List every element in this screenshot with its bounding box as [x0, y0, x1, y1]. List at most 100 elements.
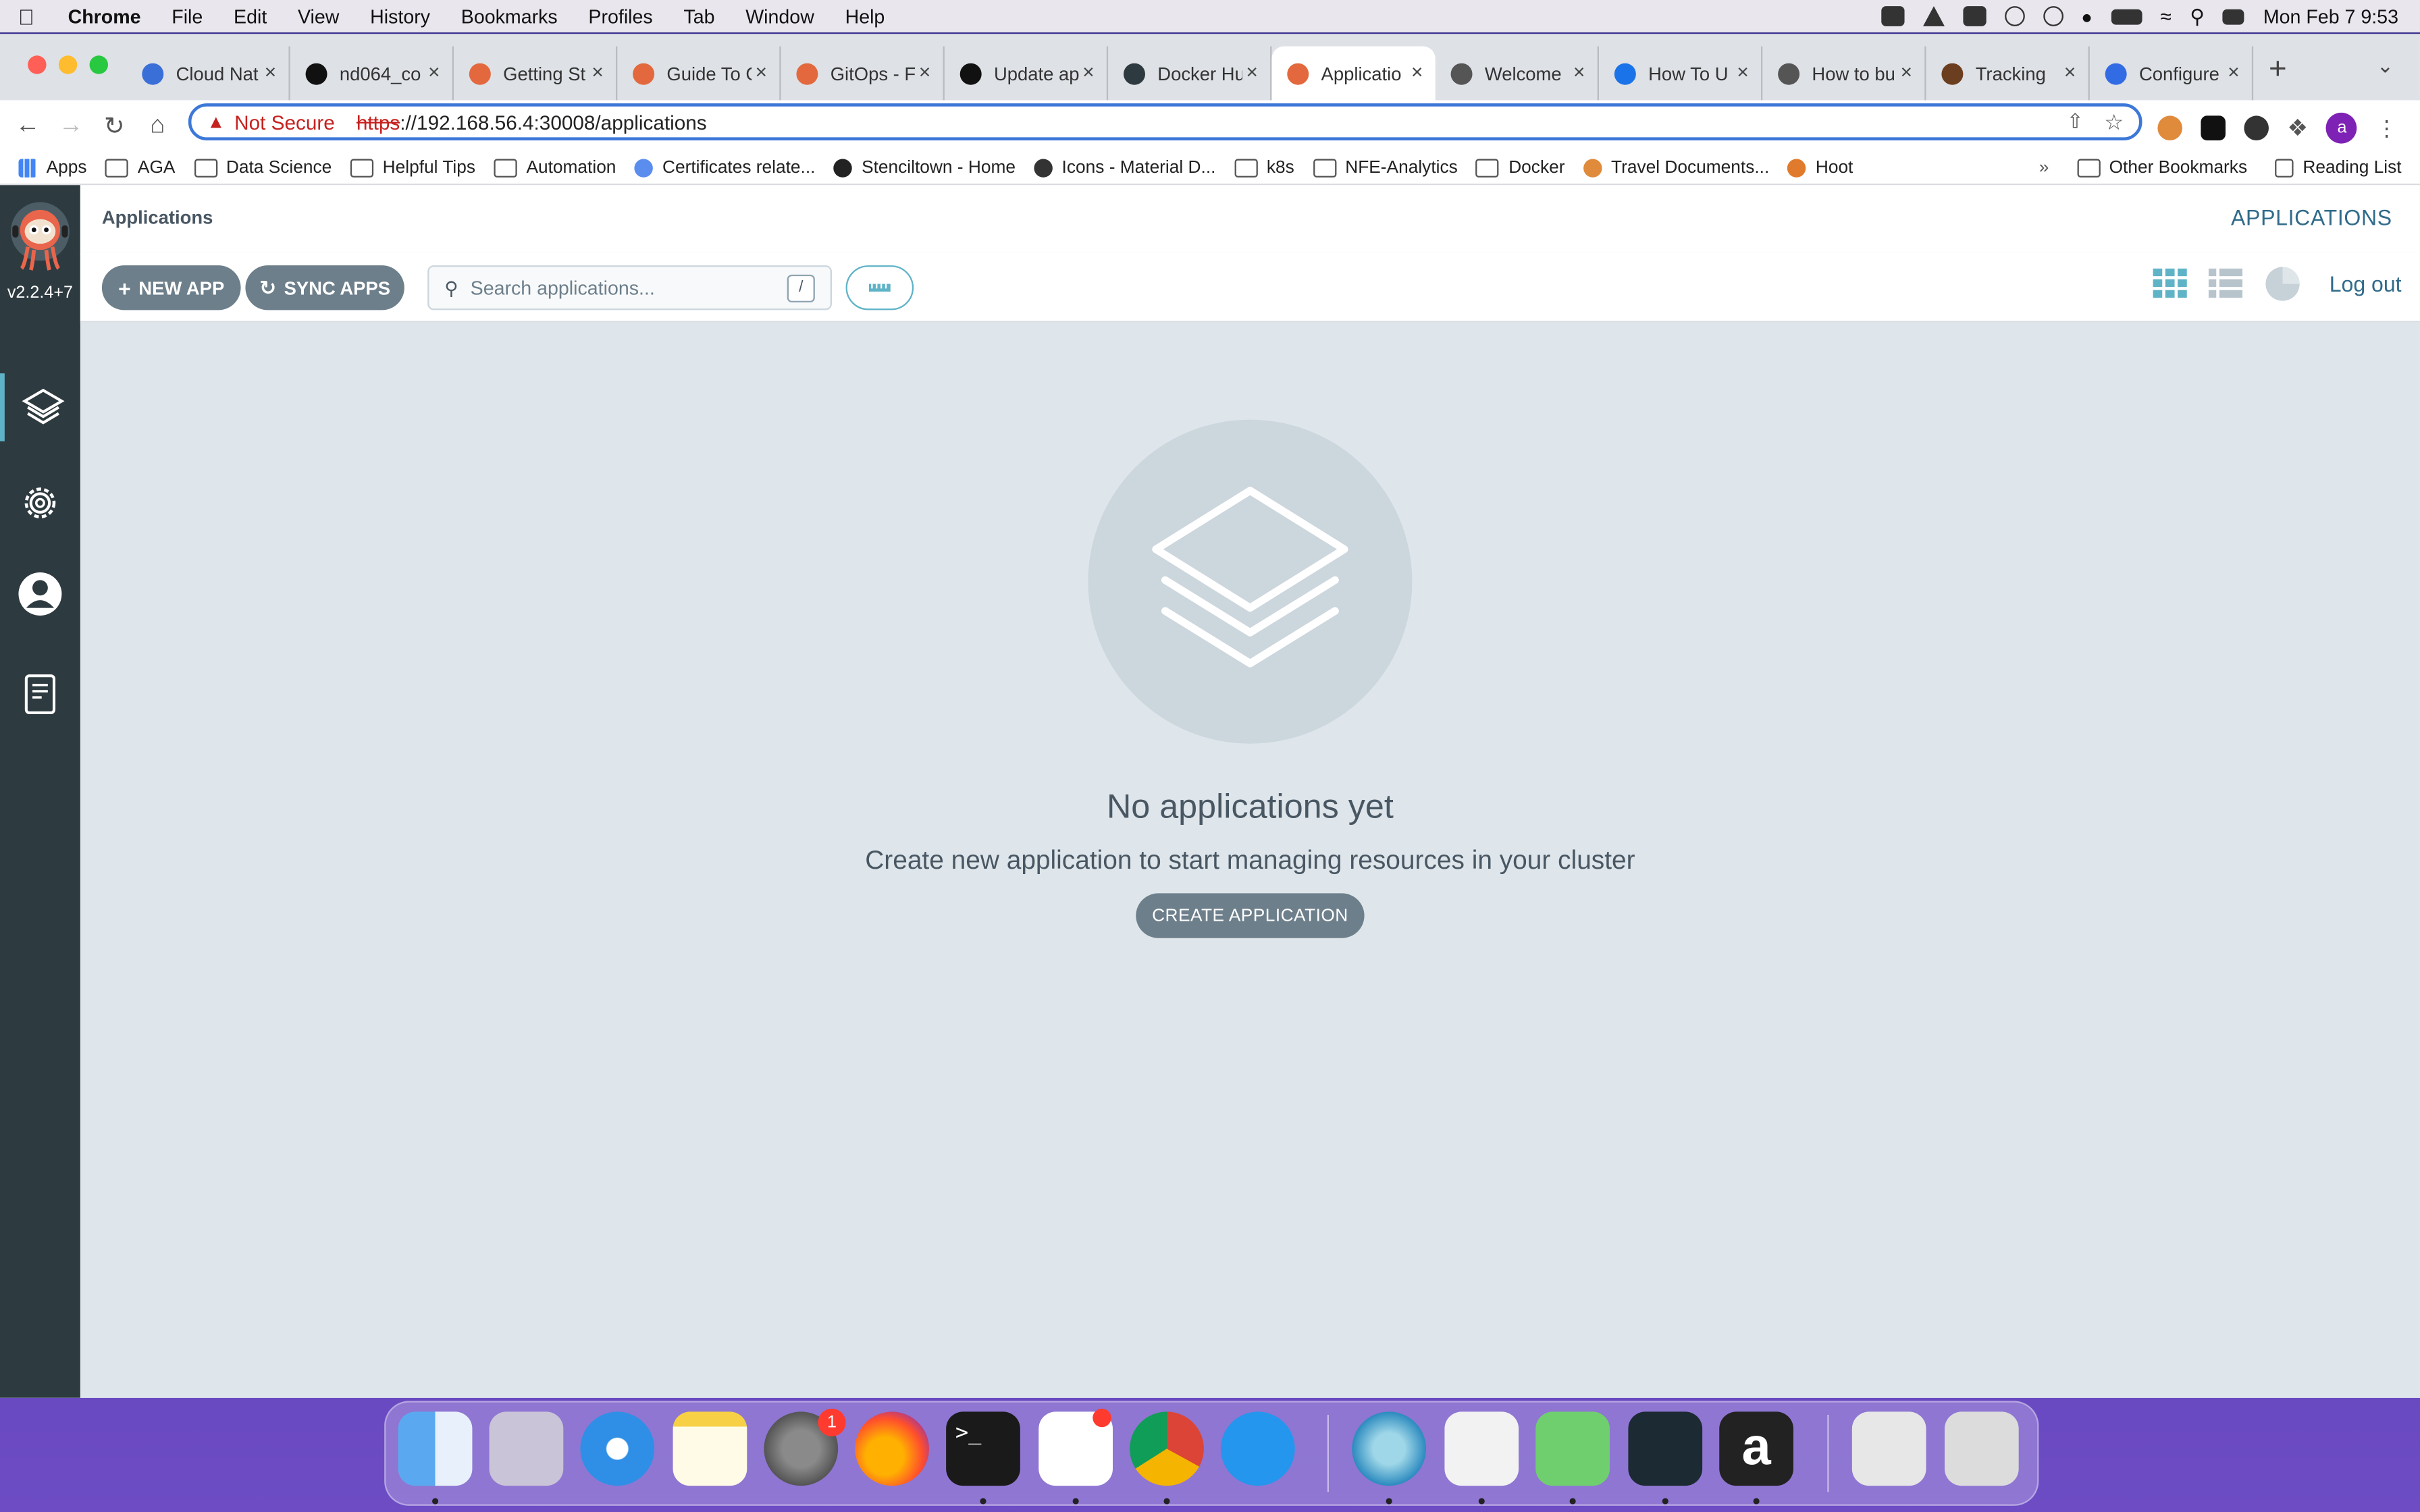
browser-tab[interactable]: Docker Hu ×: [1108, 46, 1272, 101]
reading-list[interactable]: Reading List: [2275, 159, 2402, 178]
browser-tab[interactable]: Welcome ×: [1436, 46, 1599, 101]
profile-avatar[interactable]: a: [2326, 112, 2358, 144]
bookmark-item[interactable]: Docker: [1476, 159, 1564, 178]
drive-status-icon[interactable]: [1922, 6, 1944, 26]
browser-tab[interactable]: Tracking ×: [1926, 46, 2090, 101]
browser-tab[interactable]: GitOps - F ×: [781, 46, 945, 101]
downloads-stack-icon[interactable]: [1851, 1411, 1926, 1486]
textedit-icon[interactable]: [1444, 1411, 1519, 1486]
browser-menu-icon[interactable]: ⋮: [2376, 115, 2398, 141]
launchpad-icon[interactable]: [489, 1411, 564, 1486]
sync-apps-button[interactable]: ↻ SYNC APPS: [245, 265, 404, 310]
list-view-icon[interactable]: [2209, 268, 2243, 300]
share-icon[interactable]: ⇧: [2067, 109, 2084, 134]
tiles-view-icon[interactable]: [2153, 268, 2188, 300]
graph-app-icon[interactable]: [1535, 1411, 1610, 1486]
browser-tab[interactable]: Configure ×: [2090, 46, 2254, 101]
create-application-button[interactable]: CREATE APPLICATION: [1136, 893, 1365, 938]
summary-pie-icon[interactable]: [2265, 265, 2302, 302]
notes-icon[interactable]: [673, 1411, 747, 1486]
tab-close-icon[interactable]: ×: [591, 60, 603, 83]
bookmark-item[interactable]: Automation: [494, 159, 616, 178]
bookmark-item[interactable]: Helpful Tips: [350, 159, 475, 178]
bookmark-item[interactable]: Certificates relate...: [634, 159, 815, 178]
menu-history[interactable]: History: [354, 5, 446, 27]
vpn-client-icon[interactable]: [1352, 1411, 1426, 1486]
safari-icon[interactable]: [580, 1411, 655, 1486]
browser-tab[interactable]: Cloud Nat ×: [126, 46, 290, 101]
browser-tab[interactable]: Guide To G ×: [617, 46, 781, 101]
menu-file[interactable]: File: [156, 5, 218, 27]
bookmark-item[interactable]: Travel Documents...: [1583, 159, 1769, 178]
menu-app-name[interactable]: Chrome: [53, 5, 157, 27]
tab-search-chevron-icon[interactable]: ⌄: [2377, 54, 2394, 79]
bookmark-item[interactable]: Hoot: [1787, 159, 1853, 178]
finder-icon[interactable]: [398, 1411, 473, 1486]
zoom-window-button[interactable]: [89, 55, 108, 74]
menu-bookmarks[interactable]: Bookmarks: [446, 5, 573, 27]
logout-link[interactable]: Log out: [2330, 271, 2402, 296]
nav-documentation[interactable]: [0, 660, 80, 728]
tab-close-icon[interactable]: ×: [1246, 60, 1257, 83]
other-bookmarks[interactable]: Other Bookmarks: [2076, 159, 2247, 178]
tab-close-icon[interactable]: ×: [1411, 60, 1423, 83]
bookmark-item[interactable]: Stenciltown - Home: [833, 159, 1016, 178]
spotlight-search-icon[interactable]: ⚲: [2190, 4, 2205, 29]
tab-close-icon[interactable]: ×: [756, 60, 767, 83]
bookmark-item[interactable]: NFE-Analytics: [1313, 159, 1458, 178]
chrome-icon[interactable]: [1130, 1411, 1204, 1486]
tab-close-icon[interactable]: ×: [1737, 60, 1748, 83]
filter-toggle-button[interactable]: [845, 265, 914, 310]
menu-help[interactable]: Help: [830, 5, 900, 27]
new-tab-button[interactable]: +: [2269, 53, 2287, 88]
bluetooth-icon[interactable]: ●: [2081, 5, 2093, 27]
menu-view[interactable]: View: [282, 5, 354, 27]
docker-status-icon[interactable]: [1880, 6, 1904, 26]
tab-close-icon[interactable]: ×: [1082, 60, 1094, 83]
tab-close-icon[interactable]: ×: [428, 60, 440, 83]
new-app-button[interactable]: + NEW APP: [101, 265, 241, 310]
close-window-button[interactable]: [28, 55, 47, 74]
tab-close-icon[interactable]: ×: [1901, 60, 1912, 83]
menu-edit[interactable]: Edit: [218, 5, 282, 27]
extension-icon-1[interactable]: [2157, 115, 2182, 140]
extensions-puzzle-icon[interactable]: ❖: [2287, 114, 2308, 142]
argo-logo-icon[interactable]: [9, 200, 71, 271]
docker-icon[interactable]: [1220, 1411, 1295, 1486]
browser-tab[interactable]: nd064_co ×: [290, 46, 454, 101]
firefox-icon[interactable]: [855, 1411, 929, 1486]
forward-button[interactable]: →: [49, 113, 93, 140]
bookmark-item[interactable]: Icons - Material D...: [1034, 159, 1215, 178]
browser-tab[interactable]: Getting St ×: [454, 46, 618, 101]
tab-close-icon[interactable]: ×: [265, 60, 276, 83]
kubernetes-lens-icon[interactable]: [1628, 1411, 1703, 1486]
amazon-status-icon[interactable]: [1962, 6, 1986, 26]
browser-tab[interactable]: How To U ×: [1599, 46, 1763, 101]
home-button[interactable]: ⌂: [136, 113, 179, 140]
menu-clock[interactable]: Mon Feb 7 9:53: [2263, 5, 2398, 27]
extension-icon-2[interactable]: [2201, 115, 2226, 140]
bookmark-item[interactable]: AGA: [105, 159, 175, 178]
bookmark-item[interactable]: k8s: [1234, 159, 1294, 178]
nav-settings[interactable]: [0, 469, 80, 537]
address-bar[interactable]: ▲ Not Secure https://192.168.56.4:30008/…: [188, 103, 2142, 140]
back-button[interactable]: ←: [6, 113, 49, 140]
tab-close-icon[interactable]: ×: [2064, 60, 2076, 83]
vpn-status-icon[interactable]: [2004, 6, 2024, 26]
wifi-icon[interactable]: ≈: [2160, 5, 2171, 28]
play-status-icon[interactable]: [2043, 6, 2063, 26]
battery-icon[interactable]: [2111, 8, 2142, 24]
security-label[interactable]: Not Secure: [234, 110, 335, 133]
browser-tab[interactable]: Applicatio ×: [1271, 46, 1436, 101]
search-input[interactable]: ⚲ Search applications... /: [427, 265, 832, 310]
tab-close-icon[interactable]: ×: [1573, 60, 1585, 83]
nav-applications[interactable]: [0, 373, 80, 441]
bookmarks-overflow-button[interactable]: »: [2039, 159, 2049, 177]
terminal-icon[interactable]: >_: [946, 1411, 1020, 1486]
amazon-icon[interactable]: a: [1719, 1411, 1793, 1486]
trash-icon[interactable]: [1944, 1411, 2019, 1486]
extension-icon-3[interactable]: [2244, 115, 2269, 140]
bookmark-item[interactable]: Apps: [18, 159, 86, 178]
tab-close-icon[interactable]: ×: [2228, 60, 2239, 83]
bookmark-item[interactable]: Data Science: [193, 159, 332, 178]
